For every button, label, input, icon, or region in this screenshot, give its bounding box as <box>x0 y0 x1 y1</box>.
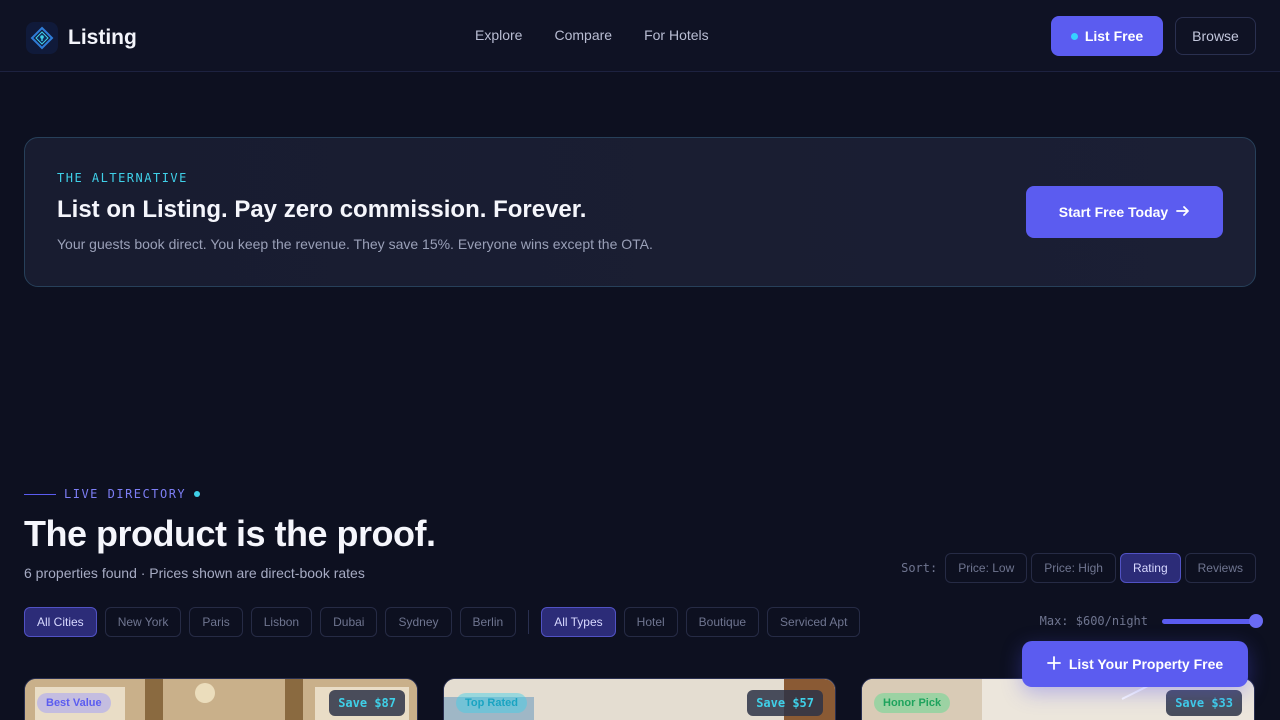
directory-subtitle: 6 properties found · Prices shown are di… <box>24 565 365 581</box>
sort-price-high[interactable]: Price: High <box>1031 553 1116 583</box>
brand-logo[interactable]: Listing <box>26 22 137 54</box>
list-free-label: List Free <box>1084 28 1144 44</box>
main-nav: Explore Compare For Hotels <box>475 27 709 43</box>
arrow-right-icon <box>1176 204 1190 220</box>
status-dot-icon <box>1070 32 1078 40</box>
top-header: Listing Explore Compare For Hotels List … <box>0 0 1280 72</box>
directory-title: The product is the proof. <box>24 513 436 554</box>
city-dubai[interactable]: Dubai <box>320 607 378 637</box>
promo-title: List on Listing. Pay zero commission. Fo… <box>57 196 587 223</box>
eyebrow-line <box>24 493 56 495</box>
promo-subtitle: Your guests book direct. You keep the re… <box>57 236 653 252</box>
nav-explore[interactable]: Explore <box>475 27 522 43</box>
fab-label: List Your Property Free <box>1068 656 1224 672</box>
card-save-badge: Save $87 <box>329 690 405 716</box>
start-free-label: Start Free Today <box>1058 204 1169 220</box>
city-all[interactable]: All Cities <box>24 607 97 637</box>
max-price-slider[interactable] <box>1162 613 1263 628</box>
sort-rating[interactable]: Rating <box>1119 553 1181 583</box>
card-badge: Top Rated <box>456 693 527 713</box>
directory-eyebrow-text: LIVE DIRECTORY <box>64 487 187 501</box>
max-price-control: Max: $600/night <box>1039 613 1263 628</box>
sort-price-low[interactable]: Price: Low <box>945 553 1028 583</box>
card-save-badge: Save $57 <box>747 690 823 716</box>
type-boutique[interactable]: Boutique <box>685 607 760 637</box>
type-serviced-apt[interactable]: Serviced Apt <box>767 607 861 637</box>
card-badge: Best Value <box>37 693 111 713</box>
promo-banner: THE ALTERNATIVE List on Listing. Pay zer… <box>24 137 1256 287</box>
card-badge: Honor Pick <box>874 693 951 713</box>
city-lisbon[interactable]: Lisbon <box>250 607 313 637</box>
filter-divider <box>528 610 530 634</box>
city-paris[interactable]: Paris <box>189 607 243 637</box>
plus-icon <box>1046 655 1061 673</box>
list-your-property-button[interactable]: List Your Property Free <box>1022 641 1248 687</box>
city-berlin[interactable]: Berlin <box>459 607 517 637</box>
type-all[interactable]: All Types <box>541 607 616 637</box>
slider-thumb[interactable] <box>1249 613 1263 628</box>
filter-controls: All Cities New York Paris Lisbon Dubai S… <box>24 607 861 637</box>
browse-button[interactable]: Browse <box>1175 17 1256 55</box>
live-dot-icon <box>194 491 201 497</box>
max-price-label: Max: $600/night <box>1039 614 1148 628</box>
sort-reviews[interactable]: Reviews <box>1184 553 1256 583</box>
nav-for-hotels[interactable]: For Hotels <box>644 27 709 43</box>
city-sydney[interactable]: Sydney <box>385 607 452 637</box>
directory-eyebrow: LIVE DIRECTORY <box>24 487 201 501</box>
nav-compare[interactable]: Compare <box>554 27 612 43</box>
brand-name: Listing <box>68 26 137 49</box>
card-save-badge: Save $33 <box>1166 690 1242 716</box>
start-free-today-button[interactable]: Start Free Today <box>1026 186 1223 238</box>
logo-diamond-icon <box>26 22 58 54</box>
list-free-button[interactable]: List Free <box>1051 16 1163 56</box>
promo-eyebrow: THE ALTERNATIVE <box>57 171 188 185</box>
property-card[interactable]: Best Value Save $87 <box>24 678 418 720</box>
city-new-york[interactable]: New York <box>104 607 182 637</box>
slider-fill <box>1162 618 1256 624</box>
property-card[interactable]: Top Rated Save $57 <box>443 678 836 720</box>
type-hotel[interactable]: Hotel <box>623 607 678 637</box>
sort-label: Sort: <box>901 561 938 575</box>
sort-controls: Sort: Price: Low Price: High Rating Revi… <box>901 553 1256 583</box>
